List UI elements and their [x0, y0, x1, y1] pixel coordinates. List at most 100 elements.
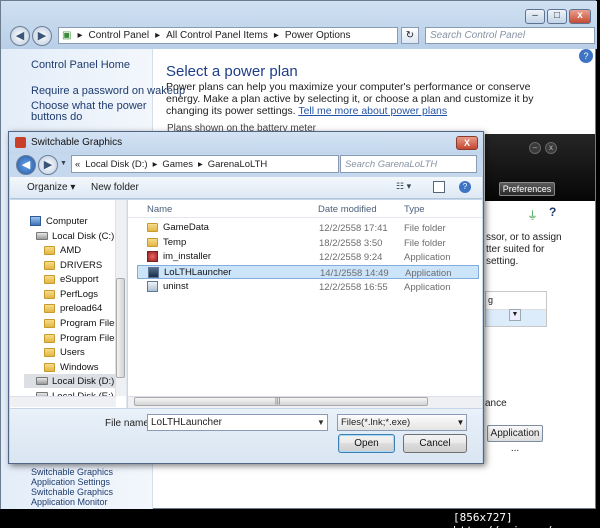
preview-pane-icon[interactable] [433, 181, 445, 193]
background-text-line: ssor, or to assign [486, 232, 562, 243]
file-row[interactable]: GameData 12/2/2558 17:41 File folder [137, 221, 479, 235]
control-panel-search-input[interactable]: Search Control Panel [425, 27, 595, 44]
application-button[interactable]: Application ... [487, 425, 543, 454]
forward-icon[interactable]: ▶ [32, 26, 52, 46]
file-date: 12/2/2558 17:41 [319, 223, 388, 234]
help-icon[interactable]: ? [549, 205, 556, 219]
file-date: 12/2/2558 9:24 [319, 252, 383, 263]
dialog-toolbar: Organize ▾ New folder ☷ ▾ [10, 177, 482, 199]
link-switchable-graphics-monitor-cont[interactable]: Application Monitor [31, 497, 113, 507]
drive-icon [36, 232, 48, 240]
nav-item-windows[interactable]: Windows [44, 360, 99, 374]
control-panel-address-bar[interactable]: ▣ ▸ Control Panel ▸ All Control Panel It… [58, 27, 398, 44]
new-folder-button[interactable]: New folder [91, 182, 139, 193]
background-table-header: g [486, 292, 546, 310]
file-row[interactable]: uninst 12/2/2558 16:55 Application [137, 280, 479, 294]
nav-item-esupport[interactable]: eSupport [44, 272, 99, 286]
nav-item-label: DRIVERS [60, 259, 103, 271]
link-choose-power-buttons-cont[interactable]: buttons do [31, 111, 82, 123]
cancel-button[interactable]: Cancel [403, 434, 467, 453]
file-row-selected[interactable]: LoLTHLauncher 14/1/2558 14:49 Applicatio… [137, 265, 479, 279]
breadcrumb-separator-icon: « [75, 158, 81, 170]
scroll-grip-icon: ||| [275, 398, 281, 405]
breadcrumb-power-options[interactable]: Power Options [285, 30, 351, 41]
breadcrumb-games[interactable]: Games [162, 159, 193, 170]
navigation-horizontal-scrollbar[interactable] [10, 396, 116, 407]
folder-icon [147, 223, 158, 232]
nav-item-users[interactable]: Users [44, 345, 85, 359]
plug-icon: ⏚ [527, 210, 538, 222]
back-icon[interactable]: ◀ [16, 155, 36, 175]
organize-label: Organize [27, 182, 68, 193]
breadcrumb-garenaloLth[interactable]: GarenaLoLTH [208, 159, 268, 170]
link-switchable-graphics-monitor[interactable]: Switchable Graphics [31, 487, 113, 497]
tell-me-more-link[interactable]: Tell me more about power plans [298, 105, 447, 117]
file-row[interactable]: im_installer 12/2/2558 9:24 Application [137, 250, 479, 264]
file-name: LoLTHLauncher [164, 267, 232, 278]
nav-item-drivers[interactable]: DRIVERS [44, 258, 102, 272]
nav-item-amd[interactable]: AMD [44, 243, 81, 257]
help-icon[interactable]: ? [459, 181, 471, 193]
nav-item-local-disk-c[interactable]: Local Disk (C:) [36, 229, 114, 243]
file-type-select[interactable]: Files(*.lnk;*.exe) [337, 414, 467, 431]
breadcrumb-local-disk-d[interactable]: Local Disk (D:) [85, 159, 147, 170]
file-list: Name Date modified Type GameData 12/2/25… [128, 200, 482, 408]
folder-icon [44, 289, 55, 299]
back-icon[interactable]: ◀ [10, 26, 30, 46]
minimize-button[interactable]: – [525, 9, 545, 24]
nav-item-preload64[interactable]: preload64 [44, 301, 102, 315]
link-switchable-graphics-settings[interactable]: Switchable Graphics [31, 467, 113, 477]
installer-icon [147, 251, 158, 262]
nav-item-label: Local Disk (D:) [52, 375, 115, 387]
chevron-down-icon[interactable]: ▼ [455, 415, 466, 430]
background-text: ssor, or to assign tter suited for setti… [486, 232, 562, 268]
link-require-password[interactable]: Require a password on wakeup [31, 85, 185, 97]
close-button[interactable]: x [569, 9, 591, 24]
help-icon[interactable]: ? [579, 49, 593, 63]
organize-button[interactable]: Organize ▾ [27, 182, 75, 193]
file-type: Application [405, 268, 452, 279]
chevron-down-icon[interactable]: ▼ [315, 415, 327, 430]
drive-icon [36, 377, 48, 385]
file-date: 12/2/2558 16:55 [319, 282, 388, 293]
folder-icon [44, 303, 55, 313]
breadcrumb-all-items[interactable]: All Control Panel Items [166, 30, 268, 41]
forward-icon[interactable]: ▶ [38, 155, 58, 175]
column-name[interactable]: Name [147, 204, 172, 215]
open-button[interactable]: Open [338, 434, 395, 453]
link-control-panel-home[interactable]: Control Panel Home [31, 59, 130, 71]
folder-icon [44, 362, 55, 372]
page-title: Select a power plan [166, 63, 298, 80]
nav-item-label: Computer [46, 215, 88, 227]
file-list-scroll-thumb[interactable] [134, 397, 428, 406]
nav-item-program-files-x86[interactable]: Program Files ( [44, 331, 125, 345]
folder-icon [44, 333, 55, 343]
view-options-icon[interactable]: ☷ ▾ [396, 181, 422, 195]
minimize-icon[interactable]: – [529, 142, 541, 154]
dialog-close-button[interactable]: X [456, 136, 478, 150]
dialog-address-bar[interactable]: « Local Disk (D:) ▸ Games ▸ GarenaLoLTH [71, 155, 339, 173]
chevron-down-icon[interactable]: ▼ [509, 309, 521, 321]
chevron-down-icon[interactable]: ▼ [60, 160, 67, 167]
column-date-modified[interactable]: Date modified [318, 204, 377, 215]
folder-icon [44, 245, 55, 255]
file-name-input[interactable]: LoLTHLauncher [147, 414, 328, 431]
dialog-search-input[interactable]: Search GarenaLoLTH [340, 155, 477, 173]
nav-item-label: preload64 [60, 302, 103, 314]
nav-item-perflogs[interactable]: PerfLogs [44, 287, 98, 301]
breadcrumb-control-panel[interactable]: Control Panel [88, 30, 149, 41]
refresh-icon[interactable]: ↻ [401, 27, 419, 44]
computer-icon [30, 216, 41, 226]
nav-item-label: Users [60, 346, 85, 358]
file-row[interactable]: Temp 18/2/2558 3:50 File folder [137, 236, 479, 250]
nav-item-local-disk-d[interactable]: Local Disk (D:) [24, 374, 126, 388]
column-type[interactable]: Type [404, 204, 425, 215]
preferences-button[interactable]: Preferences [499, 182, 555, 196]
nav-item-computer[interactable]: Computer [30, 214, 88, 228]
link-switchable-graphics-settings-cont[interactable]: Application Settings [31, 477, 113, 487]
maximize-button[interactable]: □ [547, 9, 567, 24]
file-type: Application [404, 252, 451, 263]
navigation-scroll-thumb[interactable] [116, 278, 125, 378]
close-icon[interactable]: x [545, 142, 557, 154]
nav-item-program-files[interactable]: Program Files [44, 316, 119, 330]
